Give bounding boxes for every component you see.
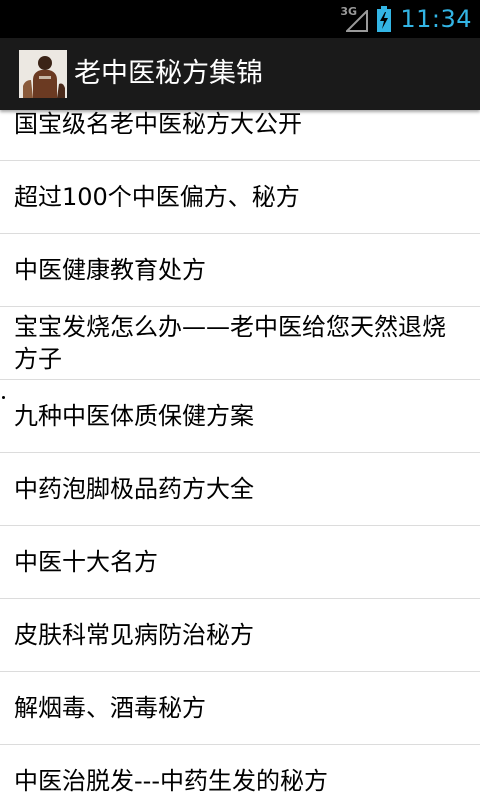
app-logo-icon[interactable] xyxy=(19,50,67,98)
status-icons: 3G 11:34 xyxy=(340,0,472,38)
battery-charging-icon xyxy=(377,6,392,32)
list-item-label: 皮肤科常见病防治秘方 xyxy=(14,621,254,649)
list-item-label: 中医治脱发---中药生发的秘方 xyxy=(14,767,328,795)
list-item-label: 中医十大名方 xyxy=(14,548,158,576)
list-item[interactable]: 中医十大名方 xyxy=(0,526,480,599)
list-item-label: 宝宝发烧怎么办——老中医给您天然退烧方子 xyxy=(14,313,446,373)
signal-strength-icon xyxy=(346,10,369,32)
list-item[interactable]: 超过100个中医偏方、秘方 xyxy=(0,161,480,234)
list-item[interactable]: 皮肤科常见病防治秘方 xyxy=(0,599,480,672)
clock: 11:34 xyxy=(400,5,472,33)
status-bar: 3G 11:34 xyxy=(0,0,480,38)
list-item-label: 国宝级名老中医秘方大公开 xyxy=(14,110,302,138)
list-item-label: 九种中医体质保健方案 xyxy=(14,402,254,430)
list-item[interactable]: 国宝级名老中医秘方大公开 xyxy=(0,110,480,161)
list-item[interactable]: 九种中医体质保健方案 xyxy=(0,380,480,453)
list-item[interactable]: 中医健康教育处方 xyxy=(0,234,480,307)
scroll-indicator xyxy=(2,396,5,399)
list-item-label: 解烟毒、酒毒秘方 xyxy=(14,694,206,722)
doctor-portrait-icon xyxy=(19,50,67,98)
list-item-label: 中药泡脚极品药方大全 xyxy=(14,475,254,503)
list-item-label: 中医健康教育处方 xyxy=(14,256,206,284)
signal-indicator: 3G xyxy=(340,6,369,32)
list-item[interactable]: 解烟毒、酒毒秘方 xyxy=(0,672,480,745)
list-item[interactable]: 宝宝发烧怎么办——老中医给您天然退烧方子 xyxy=(0,307,480,380)
action-bar: 老中医秘方集锦 xyxy=(0,38,480,110)
list-item[interactable]: 中药泡脚极品药方大全 xyxy=(0,453,480,526)
list-item[interactable]: 中医治脱发---中药生发的秘方 xyxy=(0,745,480,800)
recipe-list[interactable]: 国宝级名老中医秘方大公开 超过100个中医偏方、秘方 中医健康教育处方 宝宝发烧… xyxy=(0,110,480,800)
list-item-label: 超过100个中医偏方、秘方 xyxy=(14,183,300,211)
app-title: 老中医秘方集锦 xyxy=(74,58,263,89)
